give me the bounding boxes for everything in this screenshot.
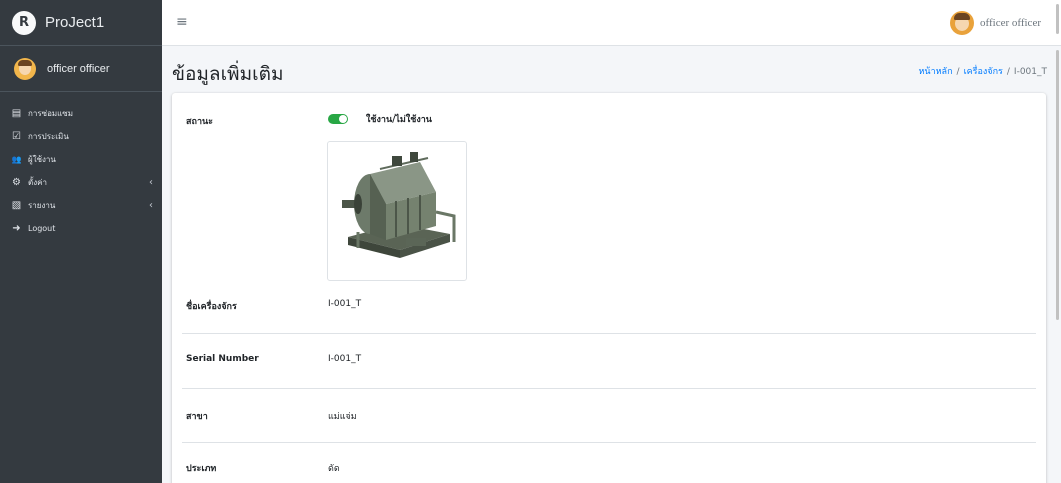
brand-logo-icon: R <box>12 10 36 35</box>
divider <box>182 388 1036 389</box>
menu-toggle-icon[interactable]: ≡ <box>176 14 188 30</box>
breadcrumb-current: I-001_T <box>1013 67 1047 77</box>
sidebar: R ProJect1 officer officer ▤ การซ่อมแซม … <box>0 0 162 483</box>
machine-name-value: I-001_T <box>328 299 362 309</box>
type-label: ประเภท <box>186 464 217 474</box>
type-value: ดัด <box>328 464 340 474</box>
chevron-left-icon: ‹ <box>149 200 153 211</box>
top-user-name: officer officer <box>980 17 1041 29</box>
sidebar-item-users[interactable]: 👥 ผู้ใช้งาน <box>0 148 162 171</box>
status-toggle[interactable] <box>328 114 348 124</box>
page-scrollbar[interactable] <box>1056 50 1059 320</box>
status-toggle-label[interactable]: ใช้งาน/ไม่ใช้งาน <box>366 112 432 126</box>
breadcrumb: หน้าหลัก / เครื่องจักร / I-001_T <box>918 64 1047 78</box>
avatar <box>14 57 36 80</box>
sidebar-item-logout[interactable]: ➜ Logout <box>0 217 162 240</box>
sidebar-item-label: รายงาน <box>28 201 56 210</box>
file-icon: ▤ <box>11 108 22 119</box>
sidebar-item-repairs[interactable]: ▤ การซ่อมแซม <box>0 102 162 125</box>
check-square-icon: ☑ <box>12 131 21 142</box>
branch-label: สาขา <box>186 412 208 422</box>
machine-image <box>327 141 467 281</box>
chevron-left-icon: ‹ <box>149 177 153 188</box>
sidebar-user-name: officer officer <box>47 62 110 75</box>
users-icon: 👥 <box>11 155 22 164</box>
sidebar-item-reports[interactable]: ▧ รายงาน ‹ <box>0 194 162 217</box>
sidebar-item-label: การประเมิน <box>28 132 69 141</box>
serial-number-value: I-001_T <box>328 354 362 364</box>
logout-icon: ➜ <box>12 223 21 234</box>
branch-value: แม่แจ่ม <box>328 412 357 422</box>
content-header: ข้อมูลเพิ่มเติม หน้าหลัก / เครื่องจักร / I-0… <box>162 47 1061 93</box>
sidebar-item-label: Logout <box>28 224 56 233</box>
divider <box>182 442 1036 443</box>
machine-image-graphic <box>342 152 456 258</box>
user-menu[interactable]: officer officer <box>950 11 1041 35</box>
breadcrumb-separator: / <box>1006 67 1010 77</box>
machine-name-label: ชื่อเครื่องจักร <box>186 302 237 312</box>
machine-detail-card: สถานะ ใช้งาน/ไม่ใช้งาน ชื่อเครื่องจักร I… <box>172 93 1046 483</box>
pdf-file-icon: ▧ <box>11 200 22 211</box>
breadcrumb-home-link[interactable]: หน้าหลัก <box>918 67 952 77</box>
page-title: ข้อมูลเพิ่มเติม <box>172 63 284 85</box>
sidebar-item-settings[interactable]: ⚙ ตั้งค่า ‹ <box>0 171 162 194</box>
brand-link[interactable]: R ProJect1 <box>0 0 162 46</box>
breadcrumb-machines-link[interactable]: เครื่องจักร <box>964 67 1003 77</box>
sidebar-nav: ▤ การซ่อมแซม ☑ การประเมิน 👥 ผู้ใช้งาน ⚙ … <box>0 92 162 240</box>
brand-title: ProJect1 <box>45 14 105 31</box>
status-label: สถานะ <box>186 117 213 127</box>
sidebar-item-label: ตั้งค่า <box>28 178 47 187</box>
sidebar-item-evaluation[interactable]: ☑ การประเมิน <box>0 125 162 148</box>
divider <box>182 333 1036 334</box>
sidebar-item-label: การซ่อมแซม <box>28 109 73 118</box>
serial-number-label: Serial Number <box>186 354 259 364</box>
breadcrumb-separator: / <box>956 67 960 77</box>
sidebar-item-label: ผู้ใช้งาน <box>28 155 56 164</box>
gear-icon: ⚙ <box>12 177 21 188</box>
top-navbar: ≡ officer officer <box>162 0 1061 46</box>
scrollbar[interactable] <box>1056 4 1059 34</box>
sidebar-user-panel[interactable]: officer officer <box>0 46 162 92</box>
avatar <box>950 11 975 35</box>
